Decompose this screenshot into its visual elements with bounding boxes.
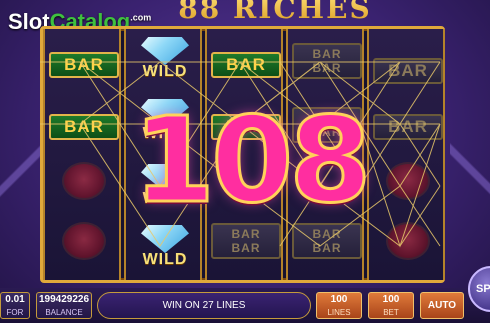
symbol-heart [371,159,445,203]
bar-symbol: BAR [211,52,281,78]
double-bar-symbol: BAR BAR [292,43,362,79]
wild-label: WILD [142,251,188,268]
symbol-wild: WILD [128,37,202,81]
win-message: WIN ON 27 LINES [97,292,311,319]
symbol-bar-double: BAR BAR [290,39,364,83]
symbol-bar: BAR [371,105,445,149]
watermark-suffix: .com [130,12,152,23]
game-title: 88 RICHES [150,0,400,26]
balance-display: 199429226 BALANCE [36,292,92,319]
bar-text: BAR [312,61,342,75]
symbol-wild: WILD [128,225,202,269]
symbol-bar: BAR [47,105,121,149]
reel-1: BAR BAR [43,29,121,280]
bar-symbol: BAR [49,114,119,140]
win-amount: 108 [132,90,373,231]
bet-per-value: 100 [382,294,400,305]
symbol-bar: BAR [371,49,445,93]
symbol-heart [371,219,445,263]
heart-gem-icon [386,222,430,260]
lines-value: 100 [330,294,348,305]
heart-gem-icon [62,222,106,260]
bar-text: BAR [312,47,342,61]
bet-per-label: BET [383,308,399,317]
symbol-bar: BAR [209,43,283,87]
bet-display[interactable]: 0.01 FOR [0,292,30,319]
left-decoration [0,60,40,280]
bar-symbol: BAR [49,52,119,78]
bar-text: BAR [312,241,342,255]
reel-5: BAR BAR [367,29,445,280]
bar-symbol: BAR [373,114,443,140]
balance-value: 199429226 [38,294,90,305]
bet-label: FOR [6,308,24,317]
bet-value: 0.01 [5,294,25,305]
bar-symbol: BAR [373,58,443,84]
symbol-heart [47,159,121,203]
symbol-heart [47,219,121,263]
right-decoration [450,60,490,280]
auto-label: AUTO [427,300,457,311]
symbol-bar: BAR [47,43,121,87]
bar-text: BAR [231,241,261,255]
balance-label: BALANCE [45,308,83,317]
wild-label: WILD [142,63,188,80]
heart-gem-icon [62,162,106,200]
heart-gem-icon [386,162,430,200]
bet-button[interactable]: 100 BET [368,292,414,319]
lines-button[interactable]: 100 LINES [316,292,362,319]
lines-label: LINES [327,308,351,317]
diamond-icon [141,37,189,65]
auto-button[interactable]: AUTO [420,292,464,319]
